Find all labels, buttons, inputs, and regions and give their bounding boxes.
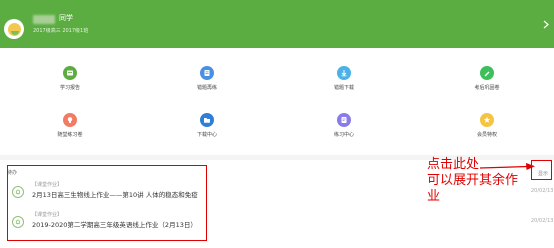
consolidate-icon <box>480 66 494 80</box>
grid-item-wrong-questions[interactable]: 错题再练 <box>167 66 247 102</box>
grid-item-label: 错题下载 <box>333 85 354 91</box>
grid-item-label: 练习中心 <box>333 132 354 138</box>
annotation-line: 业 <box>427 189 441 204</box>
grid-item-membership[interactable]: 会员特权 <box>447 113 527 149</box>
student-name-suffix: 同学 <box>59 14 73 22</box>
grid-item-report[interactable]: 学习报告 <box>30 66 110 102</box>
grid-item-practice-center[interactable]: 练习中心 <box>304 113 384 149</box>
grid-item-label: 错题再练 <box>196 85 217 91</box>
folder-icon <box>200 113 214 127</box>
avatar <box>4 19 24 39</box>
grid-item-label: 考后巩固卷 <box>474 85 500 91</box>
grid-item-class-practice[interactable]: 随堂练习卷 <box>30 113 110 149</box>
annotation-line: 可以展开其余作 <box>427 173 519 188</box>
grid-item-label: 随堂练习卷 <box>57 132 83 138</box>
task-date: 20/02/13 <box>531 188 554 194</box>
grid-item-label: 下载中心 <box>196 132 217 138</box>
grid-item-download[interactable]: 错题下载 <box>304 66 384 102</box>
chevron-right-icon[interactable] <box>543 20 549 32</box>
profile-header[interactable]: 同学 2017级高三 2017级1班 <box>0 0 554 48</box>
task-date: 20/02/13 <box>531 218 554 224</box>
redacted-name <box>33 15 55 24</box>
grid-item-label: 会员特权 <box>476 132 497 138</box>
lightbulb-icon <box>63 113 77 127</box>
download-icon <box>337 66 351 80</box>
grid-item-consolidate[interactable]: 考后巩固卷 <box>447 66 527 102</box>
wrong-question-icon <box>200 66 214 80</box>
annotation-arrow-icon <box>480 163 535 170</box>
grid-item-label: 学习报告 <box>59 85 80 91</box>
practice-icon <box>337 113 351 127</box>
tasks-highlight-box <box>7 165 207 241</box>
report-icon <box>63 66 77 80</box>
star-icon <box>480 113 494 127</box>
grid-item-download-center[interactable]: 下载中心 <box>167 113 247 149</box>
class-info: 2017级高三 2017级1班 <box>33 28 89 34</box>
